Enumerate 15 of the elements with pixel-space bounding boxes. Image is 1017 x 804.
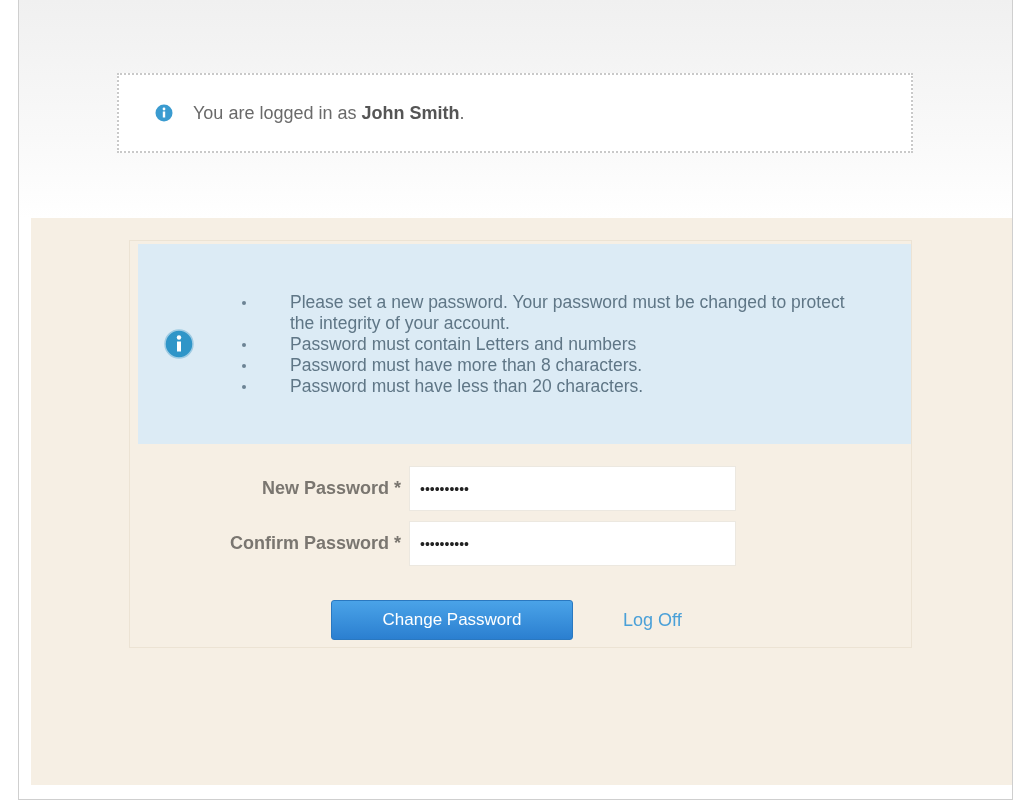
bullet-dot bbox=[242, 342, 246, 347]
info-icon bbox=[155, 104, 173, 122]
bullet-dot bbox=[242, 363, 246, 368]
login-message: You are logged in as John Smith. bbox=[193, 102, 465, 124]
bullet-dot bbox=[242, 384, 246, 389]
bullet-dot bbox=[242, 300, 246, 305]
password-field[interactable]: •••••••••• bbox=[409, 521, 736, 566]
requirement-text: Password must have more than 8 characters. bbox=[290, 354, 643, 376]
field-label: Confirm Password * bbox=[228, 533, 402, 554]
info-icon bbox=[164, 329, 194, 359]
requirement-text: Password must contain Letters and numbers bbox=[290, 333, 637, 355]
password-field[interactable]: •••••••••• bbox=[409, 466, 736, 511]
field-label: New Password * bbox=[260, 478, 402, 499]
requirement-text: Password must have less than 20 characters. bbox=[290, 375, 644, 397]
requirement-text: Please set a new password. Your password must be changed to protect the integrity of your account. bbox=[290, 291, 846, 334]
